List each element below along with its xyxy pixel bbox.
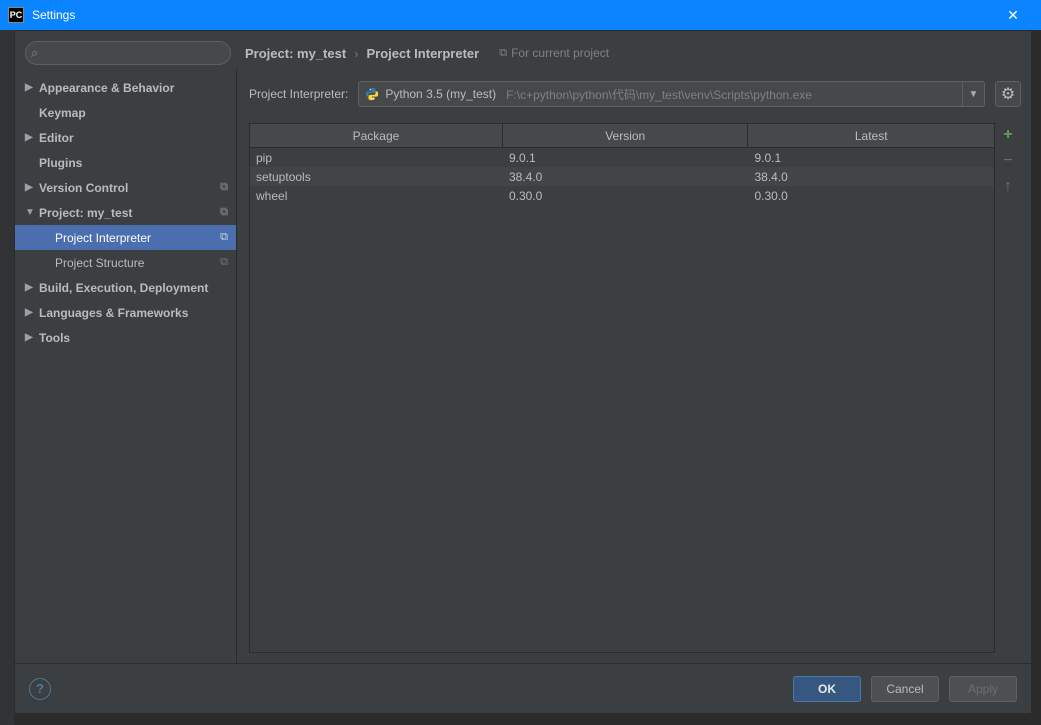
- content-pane: Project Interpreter: Python 3.5 (my_test…: [237, 69, 1031, 663]
- sidebar-item-project[interactable]: ▼ Project: my_test ⧉: [15, 200, 236, 225]
- sidebar-item-project-interpreter[interactable]: Project Interpreter ⧉: [15, 225, 236, 250]
- col-package[interactable]: Package: [250, 124, 503, 147]
- settings-dialog: ⌕ Project: my_test › Project Interpreter…: [14, 30, 1032, 714]
- header-row: ⌕ Project: my_test › Project Interpreter…: [15, 31, 1031, 69]
- package-actions: + − ↑: [995, 123, 1021, 653]
- breadcrumb-separator: ›: [354, 46, 358, 61]
- search-input[interactable]: [25, 41, 231, 65]
- col-latest[interactable]: Latest: [748, 124, 994, 147]
- app-icon: PC: [8, 7, 24, 23]
- interpreter-row: Project Interpreter: Python 3.5 (my_test…: [249, 81, 1021, 107]
- chevron-right-icon: ▶: [25, 282, 39, 293]
- sidebar-item-languages[interactable]: ▶ Languages & Frameworks: [15, 300, 236, 325]
- sidebar-item-project-structure[interactable]: Project Structure ⧉: [15, 250, 236, 275]
- gear-icon: ⚙: [1001, 84, 1015, 104]
- copy-icon: ⧉: [220, 181, 228, 194]
- upgrade-package-button[interactable]: ↑: [998, 177, 1018, 197]
- chevron-right-icon: ▶: [25, 307, 39, 318]
- help-button[interactable]: ?: [29, 678, 51, 700]
- interpreter-label: Project Interpreter:: [249, 87, 348, 101]
- dropdown-icon[interactable]: ▼: [962, 82, 984, 106]
- copy-icon: ⧉: [220, 206, 228, 219]
- table-row[interactable]: wheel 0.30.0 0.30.0: [250, 186, 994, 205]
- add-package-button[interactable]: +: [998, 125, 1018, 145]
- chevron-right-icon: ▶: [25, 332, 39, 343]
- breadcrumb-project: Project: my_test: [245, 46, 346, 61]
- table-body: pip 9.0.1 9.0.1 setuptools 38.4.0 38.4.0…: [250, 148, 994, 652]
- sidebar-item-version-control[interactable]: ▶ Version Control ⧉: [15, 175, 236, 200]
- sidebar-item-keymap[interactable]: Keymap: [15, 100, 236, 125]
- window-title: Settings: [32, 8, 993, 22]
- copy-icon: ⧉: [499, 47, 507, 60]
- chevron-right-icon: ▶: [25, 182, 39, 193]
- python-icon: [365, 87, 379, 101]
- interpreter-name: Python 3.5 (my_test): [385, 87, 496, 101]
- copy-icon: ⧉: [220, 231, 228, 244]
- sidebar-item-tools[interactable]: ▶ Tools: [15, 325, 236, 350]
- interpreter-select[interactable]: Python 3.5 (my_test) F:\c+python\python\…: [358, 81, 985, 107]
- dialog-footer: ? OK Cancel Apply: [15, 663, 1031, 713]
- table-header: Package Version Latest: [250, 124, 994, 148]
- breadcrumb-hint: ⧉ For current project: [499, 46, 609, 60]
- chevron-right-icon: ▶: [25, 82, 39, 93]
- settings-sidebar: ▶ Appearance & Behavior Keymap ▶ Editor …: [15, 69, 237, 663]
- chevron-down-icon: ▼: [25, 207, 39, 218]
- col-version[interactable]: Version: [503, 124, 749, 147]
- sidebar-item-plugins[interactable]: Plugins: [15, 150, 236, 175]
- sidebar-item-appearance[interactable]: ▶ Appearance & Behavior: [15, 75, 236, 100]
- close-button[interactable]: ✕: [993, 0, 1033, 30]
- interpreter-settings-button[interactable]: ⚙: [995, 81, 1021, 107]
- packages-area: Package Version Latest pip 9.0.1 9.0.1 s…: [249, 123, 1021, 653]
- table-row[interactable]: setuptools 38.4.0 38.4.0: [250, 167, 994, 186]
- packages-table: Package Version Latest pip 9.0.1 9.0.1 s…: [249, 123, 995, 653]
- remove-package-button[interactable]: −: [998, 151, 1018, 171]
- breadcrumb: Project: my_test › Project Interpreter ⧉…: [245, 46, 609, 61]
- search-icon: ⌕: [31, 45, 38, 61]
- sidebar-item-editor[interactable]: ▶ Editor: [15, 125, 236, 150]
- split-pane: ▶ Appearance & Behavior Keymap ▶ Editor …: [15, 69, 1031, 663]
- editor-gutter: [0, 30, 14, 725]
- chevron-right-icon: ▶: [25, 132, 39, 143]
- ok-button[interactable]: OK: [793, 676, 861, 702]
- search-wrap: ⌕: [25, 41, 231, 65]
- breadcrumb-page: Project Interpreter: [367, 46, 480, 61]
- table-row[interactable]: pip 9.0.1 9.0.1: [250, 148, 994, 167]
- titlebar: PC Settings ✕: [0, 0, 1041, 30]
- apply-button[interactable]: Apply: [949, 676, 1017, 702]
- copy-icon: ⧉: [220, 256, 228, 269]
- interpreter-path: F:\c+python\python\代码\my_test\venv\Scrip…: [506, 86, 812, 103]
- cancel-button[interactable]: Cancel: [871, 676, 939, 702]
- sidebar-item-build[interactable]: ▶ Build, Execution, Deployment: [15, 275, 236, 300]
